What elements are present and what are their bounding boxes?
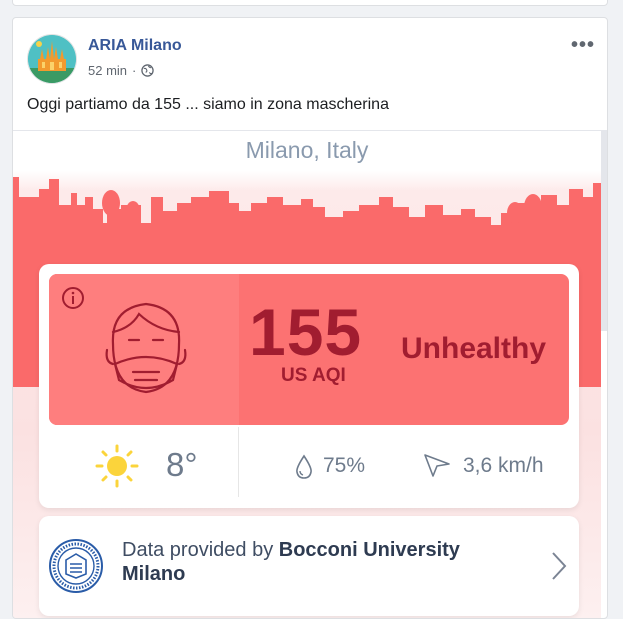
shared-image[interactable]: Milano, Italy 155 US AQI Unhealthy 8° 75…: [13, 130, 607, 618]
weather-row: 8° 75% 3,6 km/h: [39, 427, 579, 507]
aqi-status-label: Unhealthy: [401, 332, 547, 365]
chevron-right-icon[interactable]: [550, 551, 568, 581]
data-provider-card[interactable]: Data provided by Bocconi University Mila…: [39, 516, 579, 616]
aqi-card: 155 US AQI Unhealthy 8° 75% 3,6 km/h: [39, 264, 579, 508]
aqi-value: 155: [249, 295, 363, 369]
provider-prefix: Data provided by: [122, 539, 279, 561]
milan-cathedral-logo: [28, 35, 76, 83]
scrollbar[interactable]: [601, 131, 607, 331]
post-text: Oggi partiamo da 155 ... siamo in zona m…: [27, 96, 389, 113]
aqi-panel: 155 US AQI Unhealthy: [49, 274, 569, 425]
post-timestamp[interactable]: 52 min: [88, 63, 127, 78]
globe-icon[interactable]: [141, 64, 155, 77]
weather-divider: [238, 427, 239, 497]
air-quality-widget: Milano, Italy 155 US AQI Unhealthy 8° 75…: [13, 131, 601, 618]
page-avatar[interactable]: [27, 34, 77, 84]
temperature-value: 8°: [166, 446, 198, 483]
wind-speed-value: 3,6 km/h: [463, 454, 544, 477]
previous-post-card: [12, 0, 608, 6]
wind-direction-icon: [424, 454, 450, 477]
city-title: Milano, Italy: [245, 137, 369, 163]
face-mask-area: [49, 274, 239, 425]
humidity-drop-icon: [296, 454, 312, 479]
sun-icon: [95, 444, 139, 488]
page-name-link[interactable]: ARIA Milano: [88, 37, 182, 55]
post-meta: 52 min ·: [88, 63, 155, 78]
more-options-button[interactable]: •••: [571, 34, 595, 57]
bocconi-seal-icon: [49, 539, 103, 593]
facebook-post: ARIA Milano 52 min · ••• Oggi partiamo d…: [12, 17, 608, 619]
humidity-value: 75%: [323, 454, 366, 477]
face-mask-icon: [105, 302, 187, 394]
info-icon[interactable]: [61, 286, 85, 310]
aqi-unit-label: US AQI: [281, 365, 346, 386]
provider-text: Data provided by Bocconi University Mila…: [122, 538, 502, 586]
meta-separator: ·: [132, 63, 137, 78]
